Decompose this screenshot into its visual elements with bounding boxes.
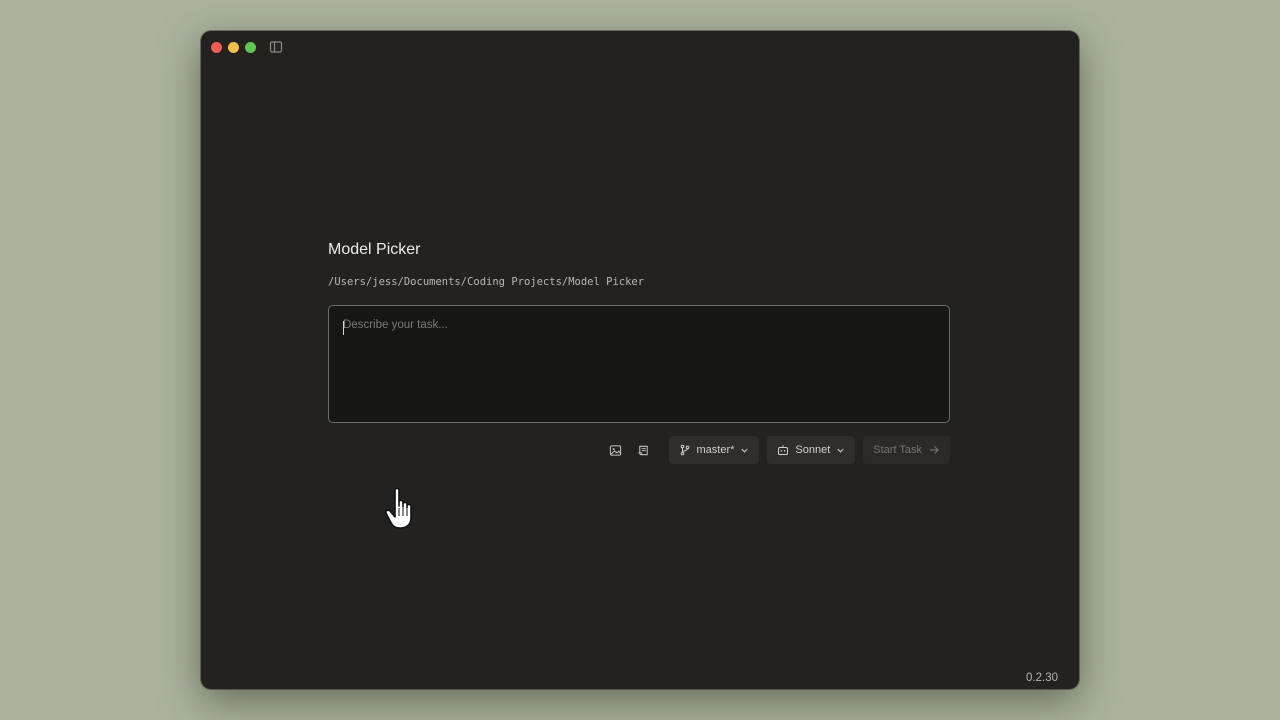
task-toolbar: master* Sonnet Start Task xyxy=(328,436,950,464)
sidebar-toggle-icon[interactable] xyxy=(269,40,283,54)
close-window-button[interactable] xyxy=(211,42,222,53)
version-label: 0.2.30 xyxy=(1026,672,1058,684)
start-task-label: Start Task xyxy=(873,444,922,456)
git-branch-icon xyxy=(680,444,689,456)
project-path: /Users/jess/Documents/Coding Projects/Mo… xyxy=(328,276,645,288)
branch-selector[interactable]: master* xyxy=(668,436,760,464)
task-input-container xyxy=(328,305,950,423)
scroll-icon[interactable] xyxy=(633,439,655,461)
arrow-right-icon xyxy=(930,446,939,454)
image-icon[interactable] xyxy=(605,439,627,461)
robot-icon xyxy=(778,445,789,455)
text-caret xyxy=(343,321,344,335)
chevron-down-icon xyxy=(837,448,844,453)
start-task-button[interactable]: Start Task xyxy=(863,436,950,464)
main-content: Model Picker /Users/jess/Documents/Codin… xyxy=(328,239,950,464)
project-title: Model Picker xyxy=(328,241,421,258)
maximize-window-button[interactable] xyxy=(245,42,256,53)
title-bar xyxy=(201,31,1079,63)
minimize-window-button[interactable] xyxy=(228,42,239,53)
branch-label: master* xyxy=(696,444,735,456)
app-window: Model Picker /Users/jess/Documents/Codin… xyxy=(201,31,1079,689)
model-selector[interactable]: Sonnet xyxy=(767,436,856,464)
model-label: Sonnet xyxy=(795,444,831,456)
hand-cursor-icon xyxy=(385,487,412,529)
task-input[interactable] xyxy=(329,306,949,422)
chevron-down-icon xyxy=(741,448,748,453)
